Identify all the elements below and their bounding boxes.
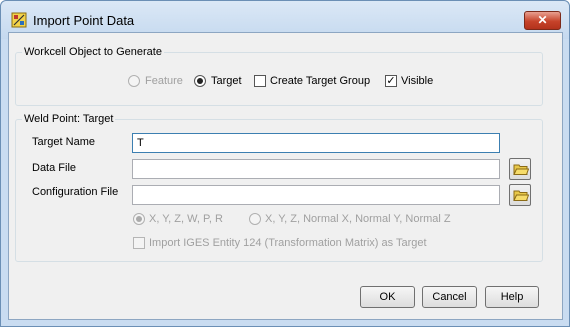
config-file-input[interactable] xyxy=(132,185,500,205)
ok-button[interactable]: OK xyxy=(360,286,415,308)
target-radio[interactable] xyxy=(194,75,206,87)
folder-open-icon xyxy=(513,164,529,175)
format-normal-radio[interactable] xyxy=(249,213,261,225)
folder-open-icon xyxy=(513,190,529,201)
iges-checkbox[interactable] xyxy=(133,237,145,249)
create-target-group-label: Create Target Group xyxy=(270,75,371,87)
close-icon: ✕ xyxy=(537,13,548,27)
window-title: Import Point Data xyxy=(33,13,135,28)
feature-radio[interactable] xyxy=(128,75,140,87)
data-file-browse-button[interactable] xyxy=(509,158,531,180)
workcell-object-legend: Workcell Object to Generate xyxy=(24,46,162,58)
weld-point-legend: Weld Point: Target xyxy=(24,113,114,125)
format-xyzwpr-radio[interactable] xyxy=(133,213,145,225)
target-label: Target xyxy=(211,75,242,87)
help-button[interactable]: Help xyxy=(485,286,539,308)
visible-checkbox[interactable]: ✓ xyxy=(385,75,397,87)
cancel-button[interactable]: Cancel xyxy=(422,286,477,308)
format-xyzwpr-label: X, Y, Z, W, P, R xyxy=(149,213,223,225)
close-button[interactable]: ✕ xyxy=(524,11,561,30)
data-file-label: Data File xyxy=(32,162,77,174)
target-name-input[interactable] xyxy=(132,133,500,153)
data-file-input[interactable] xyxy=(132,159,500,179)
dialog-window: Import Point Data ✕ Workcell Object to G… xyxy=(0,0,570,327)
create-target-group-checkbox[interactable] xyxy=(254,75,266,87)
iges-label: Import IGES Entity 124 (Transformation M… xyxy=(149,237,427,249)
dialog-body: Workcell Object to Generate Feature Targ… xyxy=(8,32,563,320)
visible-label: Visible xyxy=(401,75,434,87)
config-file-browse-button[interactable] xyxy=(509,184,531,206)
config-file-label: Configuration File xyxy=(32,186,119,198)
target-name-label: Target Name xyxy=(32,136,95,148)
format-normal-label: X, Y, Z, Normal X, Normal Y, Normal Z xyxy=(265,213,451,225)
app-icon xyxy=(11,12,27,28)
feature-label: Feature xyxy=(145,75,183,87)
